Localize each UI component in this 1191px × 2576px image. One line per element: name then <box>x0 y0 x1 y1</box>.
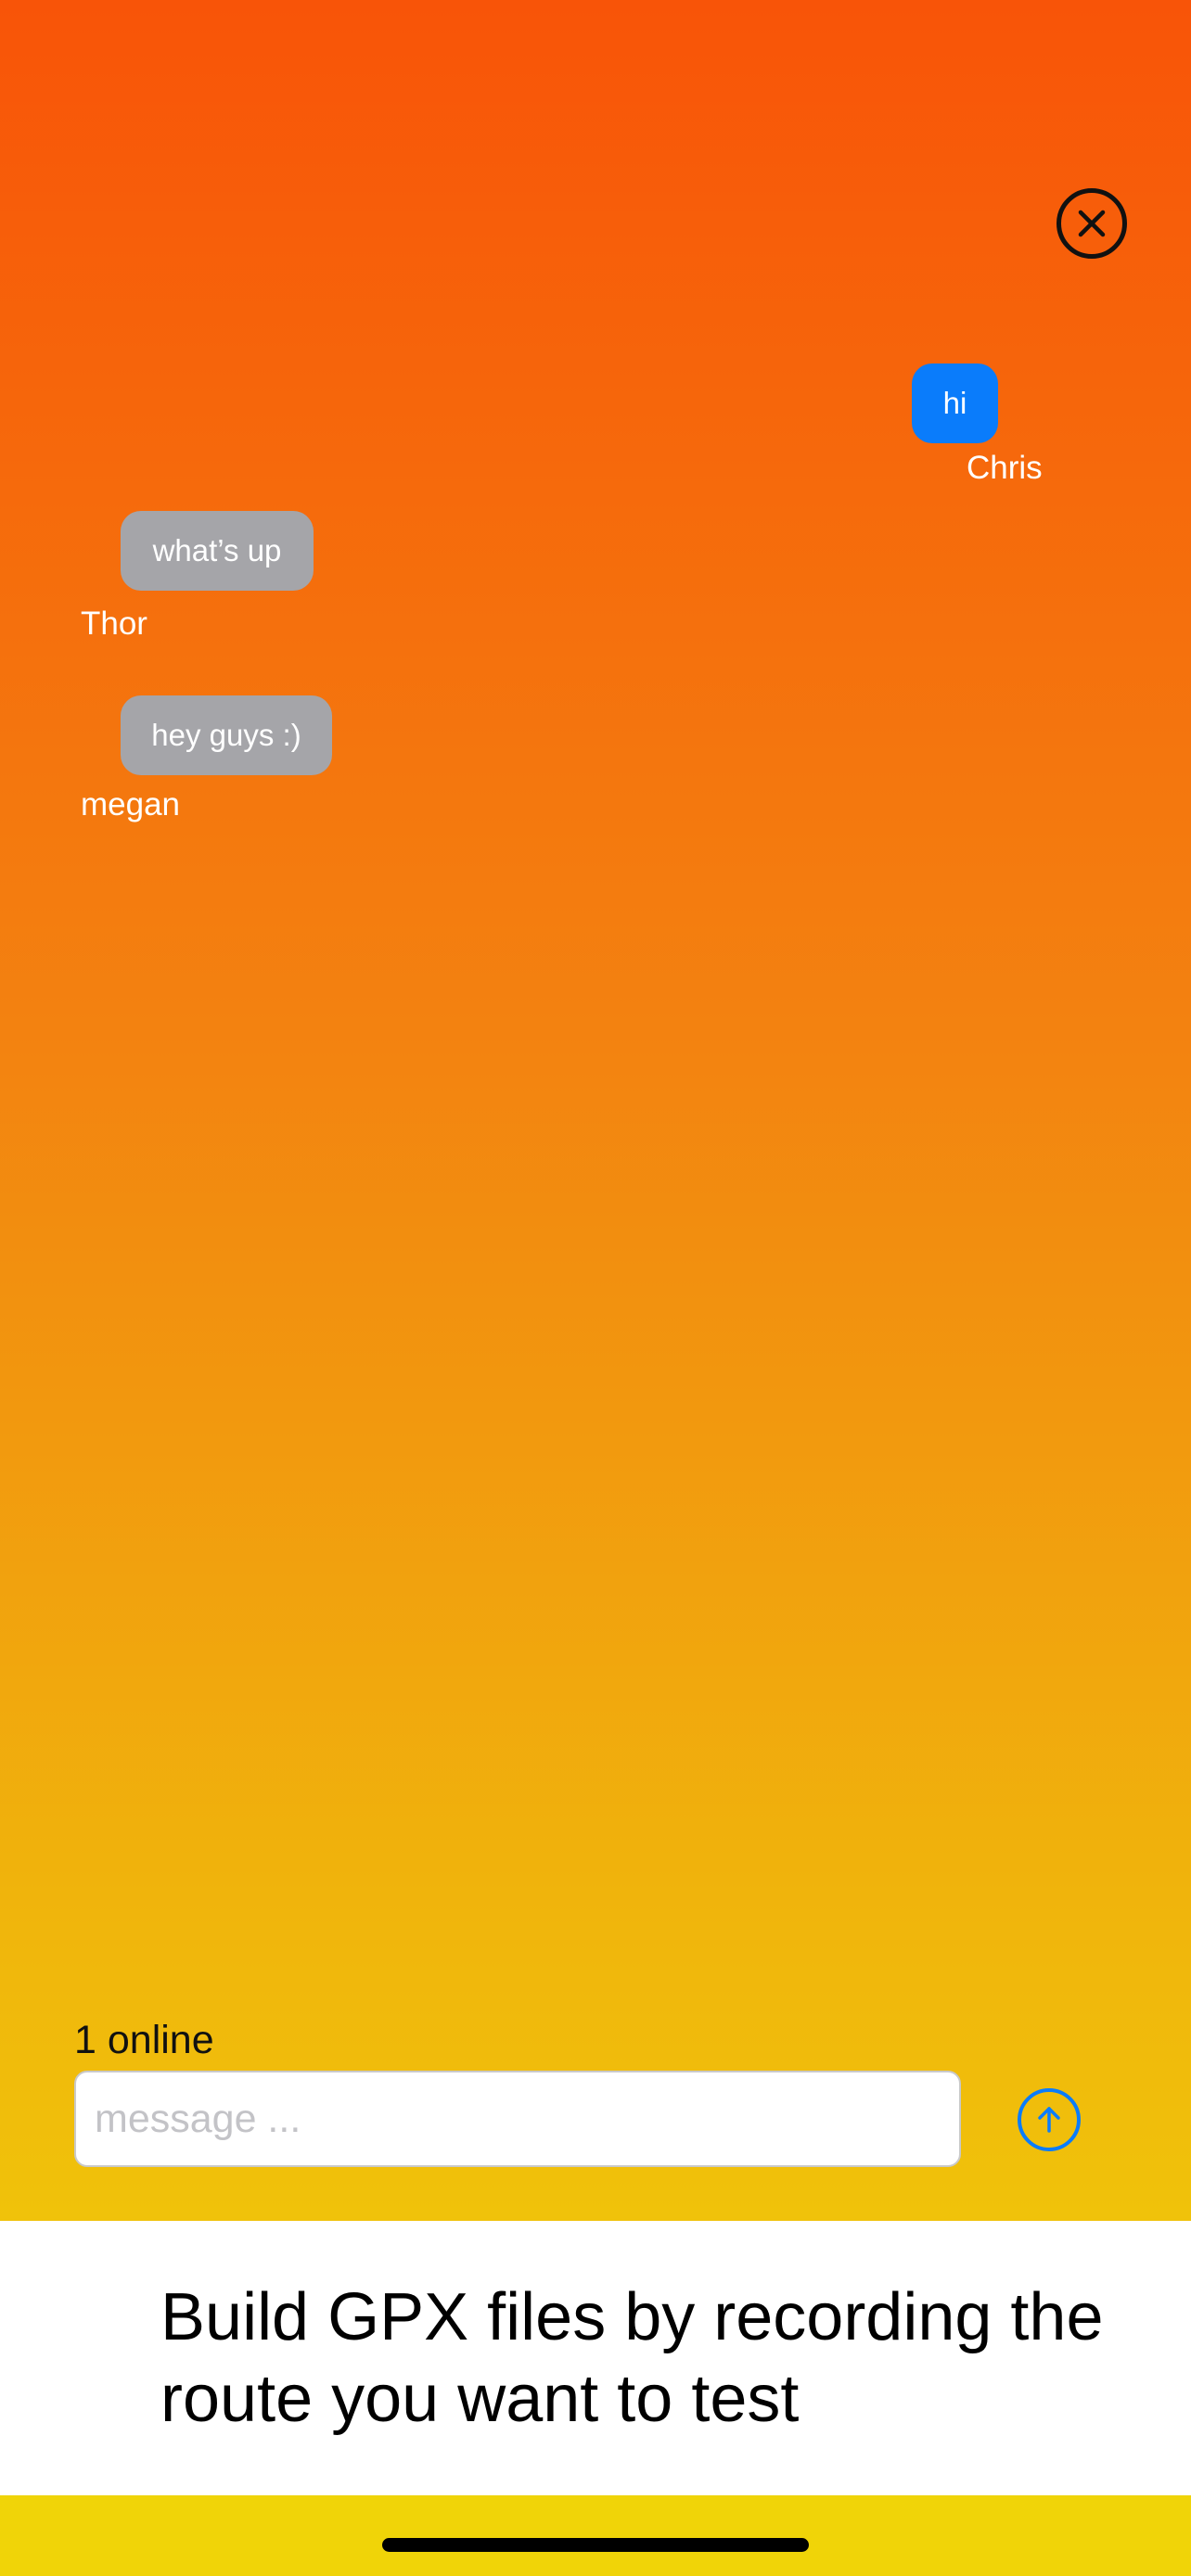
bottom-strip <box>0 2495 1191 2576</box>
message-sender: Chris <box>967 450 1043 486</box>
home-indicator[interactable] <box>382 2538 809 2552</box>
close-button[interactable] <box>1057 188 1127 259</box>
message-bubble: what’s up <box>121 511 314 591</box>
promo-banner[interactable]: Build GPX files by recording the route y… <box>0 2221 1191 2495</box>
online-count: 1 online <box>74 2018 214 2062</box>
arrow-up-icon <box>1038 2107 1060 2133</box>
chat-screen: hi Chris what’s up Thor hey guys :) mega… <box>0 0 1191 2576</box>
message-bubble: hi <box>912 363 998 443</box>
send-button[interactable] <box>1018 2088 1081 2151</box>
message-sender: Thor <box>81 606 147 642</box>
banner-text: Build GPX files by recording the route y… <box>160 2280 1104 2436</box>
message-sender: megan <box>81 786 181 823</box>
message-input[interactable] <box>74 2071 961 2167</box>
message-bubble: hey guys :) <box>121 695 332 775</box>
close-icon <box>1078 210 1106 237</box>
